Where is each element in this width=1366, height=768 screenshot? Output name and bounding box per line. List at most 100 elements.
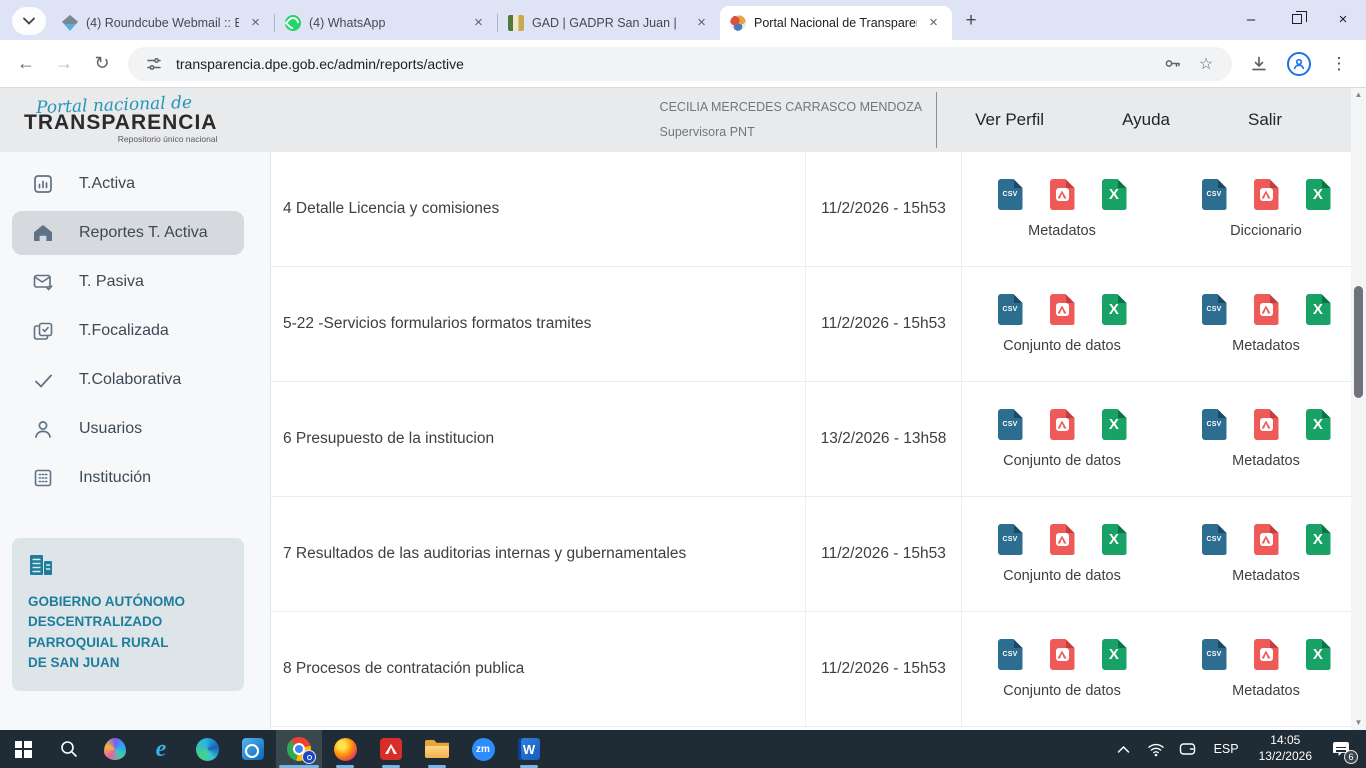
pdf-file-icon[interactable]: [1254, 639, 1279, 670]
tab-portal-transparencia-active[interactable]: Portal Nacional de Transparenci ×: [720, 6, 952, 40]
csv-file-icon[interactable]: CSV: [998, 409, 1023, 440]
excel-file-icon[interactable]: X: [1306, 294, 1331, 325]
site-settings-icon[interactable]: [142, 52, 166, 76]
csv-file-icon[interactable]: CSV: [1202, 179, 1227, 210]
taskbar-file-explorer-button[interactable]: [414, 730, 460, 768]
mail-check-icon: [32, 271, 54, 293]
scroll-down-icon[interactable]: ▼: [1355, 716, 1363, 730]
taskbar-internet-explorer-button[interactable]: e: [138, 730, 184, 768]
minimize-button[interactable]: –: [1228, 0, 1274, 38]
reload-button[interactable]: ↻: [86, 48, 118, 80]
taskbar-outlook-button[interactable]: [230, 730, 276, 768]
profile-avatar[interactable]: [1282, 47, 1316, 81]
chrome-profile-badge: [302, 750, 316, 764]
csv-file-icon[interactable]: CSV: [998, 179, 1023, 210]
close-tab-icon[interactable]: ×: [247, 15, 264, 32]
sidebar-item-usuarios[interactable]: Usuarios: [12, 407, 244, 451]
excel-label: X: [1109, 186, 1119, 203]
csv-file-icon[interactable]: CSV: [1202, 409, 1227, 440]
wifi-indicator[interactable]: [1144, 734, 1168, 764]
sidebar-item-t-colaborativa[interactable]: T.Colaborativa: [12, 358, 244, 402]
tab-roundcube[interactable]: (4) Roundcube Webmail :: Entra ×: [52, 6, 274, 40]
language-indicator[interactable]: ESP: [1208, 742, 1245, 756]
pdf-file-icon[interactable]: [1254, 294, 1279, 325]
excel-file-icon[interactable]: X: [1306, 524, 1331, 555]
taskbar-zoom-button[interactable]: zm: [460, 730, 506, 768]
pdf-file-icon[interactable]: [1050, 639, 1075, 670]
address-bar[interactable]: transparencia.dpe.gob.ec/admin/reports/a…: [128, 47, 1232, 81]
report-title: 7 Resultados de las auditorias internas …: [271, 497, 806, 611]
salir-link[interactable]: Salir: [1248, 110, 1282, 130]
scrollbar-track[interactable]: [1351, 102, 1366, 716]
restore-button[interactable]: [1274, 0, 1320, 38]
excel-file-icon[interactable]: X: [1102, 179, 1127, 210]
sidebar-item-reportes-t-activa[interactable]: Reportes T. Activa: [12, 211, 244, 255]
sidebar-item-t-focalizada[interactable]: T.Focalizada: [12, 309, 244, 353]
taskbar-search-button[interactable]: [46, 730, 92, 768]
bookmark-star-icon[interactable]: ☆: [1194, 52, 1218, 76]
report-downloads: CSV X Conjunto de datos CSV X Metadatos: [962, 612, 1366, 726]
pdf-file-icon[interactable]: [1254, 179, 1279, 210]
folder-icon: [425, 740, 449, 758]
sidebar-item-t-activa[interactable]: T.Activa: [12, 162, 244, 206]
close-window-button[interactable]: ×: [1320, 0, 1366, 38]
close-tab-icon[interactable]: ×: [470, 15, 487, 32]
pdf-file-icon[interactable]: [1050, 294, 1075, 325]
pdf-file-icon[interactable]: [1254, 524, 1279, 555]
taskbar-word-button[interactable]: W: [506, 730, 552, 768]
excel-file-icon[interactable]: X: [1306, 639, 1331, 670]
scrollbar-thumb[interactable]: [1354, 286, 1363, 398]
institution-card[interactable]: GOBIERNO AUTÓNOMO DESCENTRALIZADO PARROQ…: [12, 538, 244, 691]
tab-search-button[interactable]: [12, 7, 46, 35]
pdf-file-icon[interactable]: [1254, 409, 1279, 440]
back-button[interactable]: ←: [10, 48, 42, 80]
excel-label: X: [1313, 301, 1323, 318]
csv-file-icon[interactable]: CSV: [1202, 639, 1227, 670]
screen-cast-button[interactable]: [1176, 734, 1200, 764]
forward-button[interactable]: →: [48, 48, 80, 80]
institution-building-icon: [28, 553, 54, 577]
clock[interactable]: 14:05 13/2/2026: [1253, 733, 1318, 764]
tray-expand-button[interactable]: [1112, 734, 1136, 764]
csv-file-icon[interactable]: CSV: [1202, 524, 1227, 555]
ayuda-link[interactable]: Ayuda: [1122, 110, 1170, 130]
excel-label: X: [1313, 646, 1323, 663]
notification-center-button[interactable]: 6: [1326, 734, 1356, 764]
excel-file-icon[interactable]: X: [1102, 409, 1127, 440]
sidebar-item-institucion[interactable]: Institución: [12, 456, 244, 500]
ver-perfil-link[interactable]: Ver Perfil: [975, 110, 1044, 130]
csv-file-icon[interactable]: CSV: [1202, 294, 1227, 325]
sidebar-item-t-pasiva[interactable]: T. Pasiva: [12, 260, 244, 304]
csv-file-icon[interactable]: CSV: [998, 524, 1023, 555]
taskbar-edge-button[interactable]: [184, 730, 230, 768]
taskbar-copilot-button[interactable]: [92, 730, 138, 768]
password-key-icon[interactable]: [1160, 52, 1184, 76]
url-text[interactable]: transparencia.dpe.gob.ec/admin/reports/a…: [176, 56, 1150, 72]
pdf-file-icon[interactable]: [1050, 179, 1075, 210]
tab-whatsapp[interactable]: (4) WhatsApp ×: [275, 6, 497, 40]
download-group-label: Metadatos: [1232, 338, 1300, 354]
pdf-file-icon[interactable]: [1050, 524, 1075, 555]
csv-file-icon[interactable]: CSV: [998, 294, 1023, 325]
download-group-label: Conjunto de datos: [1003, 338, 1121, 354]
browser-menu-button[interactable]: ⋮: [1322, 47, 1356, 81]
taskbar-firefox-button[interactable]: [322, 730, 368, 768]
excel-file-icon[interactable]: X: [1102, 524, 1127, 555]
scroll-up-icon[interactable]: ▲: [1355, 88, 1363, 102]
chevron-down-icon: [23, 17, 35, 25]
taskbar-acrobat-button[interactable]: [368, 730, 414, 768]
taskbar-chrome-button[interactable]: [276, 730, 322, 768]
start-button[interactable]: [0, 730, 46, 768]
excel-file-icon[interactable]: X: [1306, 409, 1331, 440]
new-tab-button[interactable]: +: [956, 6, 986, 36]
tab-gad[interactable]: GAD | GADPR San Juan | ×: [498, 6, 720, 40]
csv-file-icon[interactable]: CSV: [998, 639, 1023, 670]
excel-file-icon[interactable]: X: [1102, 294, 1127, 325]
vertical-scrollbar[interactable]: ▲ ▼: [1351, 88, 1366, 730]
close-tab-icon[interactable]: ×: [925, 15, 942, 32]
excel-file-icon[interactable]: X: [1306, 179, 1331, 210]
pdf-file-icon[interactable]: [1050, 409, 1075, 440]
close-tab-icon[interactable]: ×: [693, 15, 710, 32]
downloads-button[interactable]: [1242, 47, 1276, 81]
excel-file-icon[interactable]: X: [1102, 639, 1127, 670]
